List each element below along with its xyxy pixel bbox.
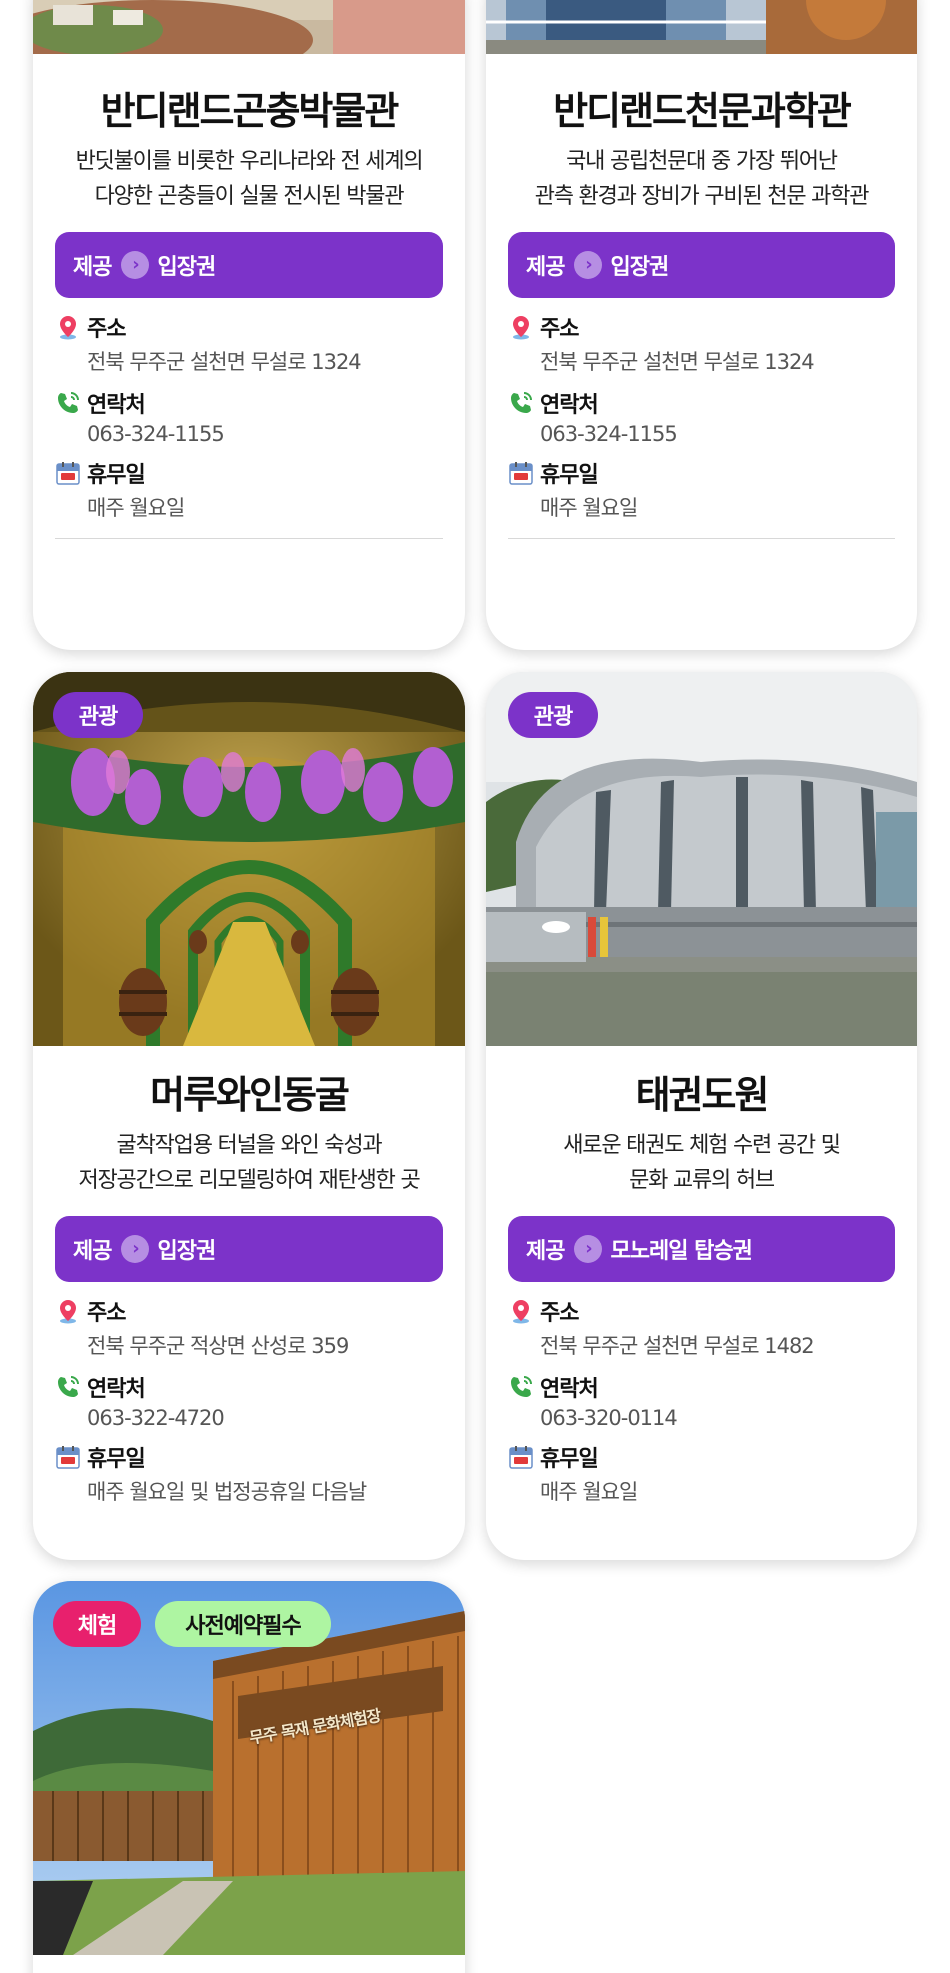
phone-icon [511, 392, 532, 413]
card-description-line: 다양한 곤충들이 실물 전시된 박물관 [94, 184, 405, 209]
category-tag: 관광 [53, 692, 143, 738]
offer-banner[interactable]: 제공 › 모노레일 탑승권 [508, 1216, 895, 1282]
closed-value: 매주 월요일 [87, 496, 185, 520]
closed-value: 매주 월요일 및 법정공휴일 다음날 [87, 1480, 367, 1504]
address-value: 전북 무주군 설천면 무설로 1324 [540, 350, 815, 374]
calendar-day-icon [56, 1446, 80, 1469]
address-value: 전북 무주군 설천면 무설로 1324 [87, 350, 362, 374]
phone-value[interactable]: 063-322-4720 [55, 1406, 443, 1430]
location-pin-icon [60, 316, 76, 340]
address-label: 주소 [87, 317, 126, 342]
phone-icon [58, 392, 79, 413]
offer-banner[interactable]: 제공 › 입장권 [55, 232, 443, 298]
category-tag: 관광 [508, 692, 598, 738]
card-description-line: 문화 교류의 허브 [629, 1168, 775, 1193]
offer-banner[interactable]: 제공 › 입장권 [55, 1216, 443, 1282]
card-title: 반디랜드곤충박물관 [100, 89, 400, 133]
category-tag: 체험 [53, 1601, 141, 1647]
attraction-card-taekwondowon[interactable]: 관광 태권도원 새로운 태권도 체험 수련 공간 및 문화 교류의 허브 제공 … [486, 672, 917, 1560]
offer-label: 제공 [526, 1239, 565, 1264]
chevron-right-icon: › [121, 251, 150, 279]
divider [55, 538, 443, 539]
divider [508, 538, 895, 539]
address-label: 주소 [540, 317, 579, 342]
card-description: 국내 공립천문대 중 가장 뛰어난 관측 환경과 장비가 구비된 천문 과학관 [508, 144, 895, 214]
phone-icon [511, 1376, 532, 1397]
address-value: 전북 무주군 설천면 무설로 1482 [540, 1334, 815, 1358]
closed-label: 휴무일 [540, 463, 599, 488]
card-description-line: 관측 환경과 장비가 구비된 천문 과학관 [534, 184, 870, 209]
offer-value: 입장권 [157, 1239, 216, 1264]
closed-value: 매주 월요일 [540, 496, 638, 520]
offer-value: 입장권 [157, 255, 216, 280]
attraction-card-wood-culture-center[interactable]: 무주 목재 문화체험장 체험 사전예약필수 [33, 1581, 465, 1973]
offer-banner[interactable]: 제공 › 입장권 [508, 232, 895, 298]
offer-label: 제공 [73, 1239, 112, 1264]
address-label: 주소 [540, 1301, 579, 1326]
card-photo [486, 0, 917, 54]
card-title: 머루와인동굴 [150, 1073, 350, 1117]
location-pin-icon [60, 1300, 76, 1324]
phone-value[interactable]: 063-324-1155 [508, 422, 895, 446]
card-description-line: 새로운 태권도 체험 수련 공간 및 [563, 1133, 841, 1158]
calendar-day-icon [509, 1446, 533, 1469]
offer-value: 모노레일 탑승권 [610, 1239, 752, 1264]
phone-label: 연락처 [87, 393, 146, 418]
offer-value: 입장권 [610, 255, 669, 280]
closed-label: 휴무일 [540, 1447, 599, 1472]
location-pin-icon [513, 1300, 529, 1324]
phone-value[interactable]: 063-324-1155 [55, 422, 443, 446]
card-description-line: 국내 공립천문대 중 가장 뛰어난 [566, 149, 838, 174]
phone-label: 연락처 [540, 1377, 599, 1402]
card-description-line: 반딧불이를 비롯한 우리나라와 전 세계의 [75, 149, 424, 174]
closed-label: 휴무일 [87, 1447, 146, 1472]
card-description: 새로운 태권도 체험 수련 공간 및 문화 교류의 허브 [508, 1128, 895, 1198]
chevron-right-icon: › [121, 1235, 150, 1263]
location-pin-icon [513, 316, 529, 340]
closed-value: 매주 월요일 [540, 1480, 638, 1504]
calendar-day-icon [509, 462, 533, 485]
card-photo [33, 0, 465, 54]
attraction-card-insect-museum[interactable]: 반디랜드곤충박물관 반딧불이를 비롯한 우리나라와 전 세계의 다양한 곤충들이… [33, 0, 465, 650]
chevron-right-icon: › [574, 1235, 603, 1263]
phone-label: 연락처 [87, 1377, 146, 1402]
address-label: 주소 [87, 1301, 126, 1326]
attraction-card-wine-cave[interactable]: 관광 머루와인동굴 굴착작업용 터널을 와인 숙성과 저장공간으로 리모델링하여… [33, 672, 465, 1560]
closed-label: 휴무일 [87, 463, 146, 488]
card-description-line: 저장공간으로 리모델링하여 재탄생한 곳 [78, 1168, 420, 1193]
reservation-required-tag: 사전예약필수 [155, 1601, 331, 1647]
offer-label: 제공 [526, 255, 565, 280]
attraction-card-astronomy-center[interactable]: 반디랜드천문과학관 국내 공립천문대 중 가장 뛰어난 관측 환경과 장비가 구… [486, 0, 917, 650]
phone-value[interactable]: 063-320-0114 [508, 1406, 895, 1430]
offer-label: 제공 [73, 255, 112, 280]
card-description: 반딧불이를 비롯한 우리나라와 전 세계의 다양한 곤충들이 실물 전시된 박물… [55, 144, 443, 214]
chevron-right-icon: › [574, 251, 603, 279]
calendar-day-icon [56, 462, 80, 485]
phone-label: 연락처 [540, 393, 599, 418]
phone-icon [58, 1376, 79, 1397]
card-title: 반디랜드천문과학관 [553, 89, 852, 133]
card-title: 태권도원 [635, 1073, 770, 1117]
card-description: 굴착작업용 터널을 와인 숙성과 저장공간으로 리모델링하여 재탄생한 곳 [55, 1128, 443, 1198]
card-description-line: 굴착작업용 터널을 와인 숙성과 [116, 1133, 383, 1158]
address-value: 전북 무주군 적상면 산성로 359 [87, 1334, 349, 1358]
